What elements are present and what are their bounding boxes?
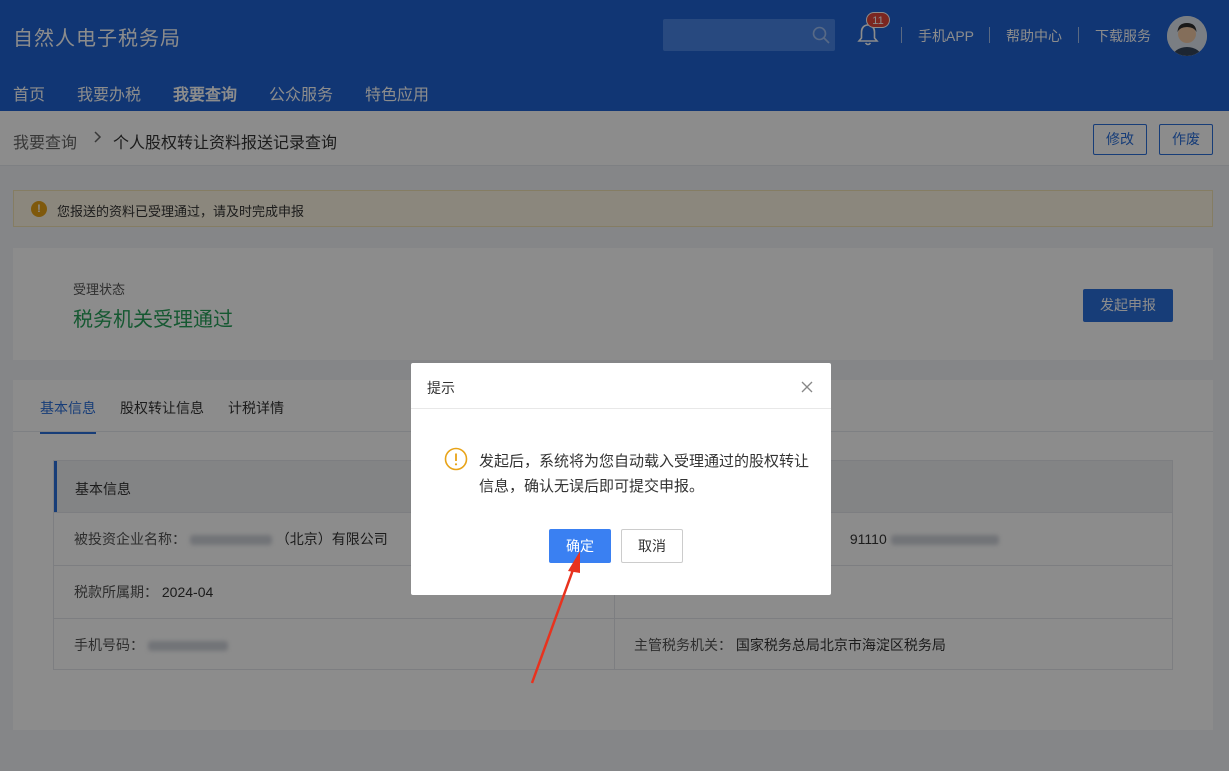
divider [411, 408, 831, 409]
close-icon[interactable] [800, 380, 814, 394]
annotation-arrow-icon [530, 551, 580, 684]
warning-icon [444, 447, 468, 471]
confirm-dialog: 提示 发起后，系统将为您自动载入受理通过的股权转让信息，确认无误后即可提交申报。… [411, 363, 831, 595]
cancel-button[interactable]: 取消 [621, 529, 683, 563]
dialog-message: 发起后，系统将为您自动载入受理通过的股权转让信息，确认无误后即可提交申报。 [479, 453, 810, 495]
dialog-title: 提示 [427, 380, 455, 396]
